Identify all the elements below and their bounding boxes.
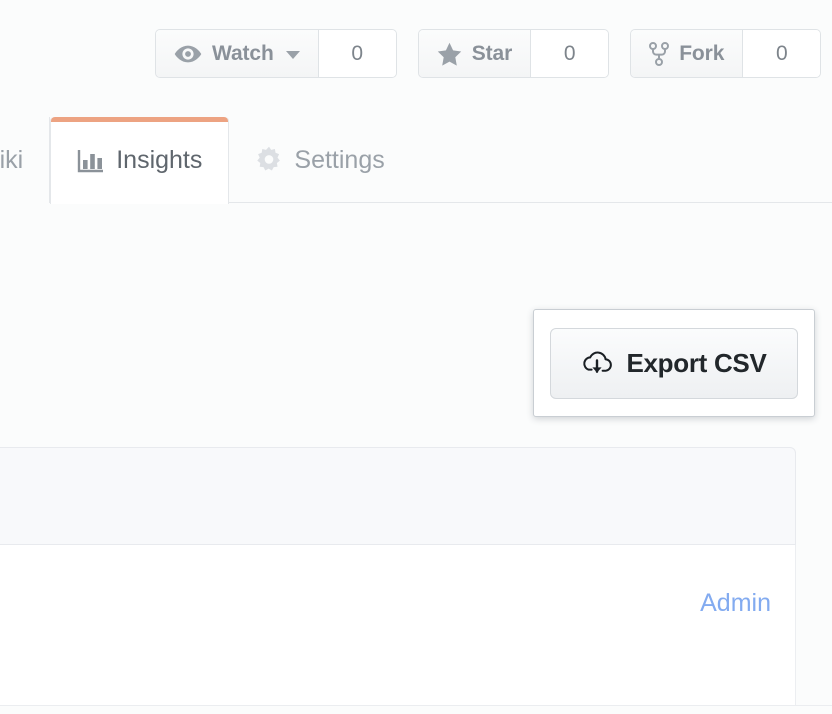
export-csv-focus-container: Export CSV xyxy=(533,309,815,417)
eye-icon xyxy=(174,44,202,64)
star-label: Star xyxy=(471,41,513,65)
star-icon xyxy=(437,42,462,66)
watch-button[interactable]: Watch xyxy=(156,30,319,77)
gear-icon xyxy=(255,146,283,174)
admin-link[interactable]: Admin xyxy=(700,589,771,618)
tab-settings-label: Settings xyxy=(294,145,385,174)
watch-label: Watch xyxy=(212,41,274,65)
repo-forked-icon xyxy=(649,41,670,66)
repo-action-buttons: Watch 0 Star 0 Fork 0 xyxy=(155,29,822,78)
tab-wiki[interactable]: Wiki xyxy=(0,117,51,203)
tab-insights-label: Insights xyxy=(116,146,203,174)
watch-count[interactable]: 0 xyxy=(318,30,396,77)
bar-chart-icon xyxy=(77,148,105,174)
star-count[interactable]: 0 xyxy=(531,30,609,77)
insights-panel: Admin xyxy=(0,447,796,705)
tab-list: Wiki Insights xyxy=(0,117,411,204)
watch-button-group[interactable]: Watch 0 xyxy=(155,29,397,78)
panel-body: Admin xyxy=(0,545,796,705)
tab-settings[interactable]: Settings xyxy=(229,117,410,203)
export-csv-button[interactable]: Export CSV xyxy=(550,327,798,399)
star-button[interactable]: Star xyxy=(418,30,532,77)
fork-button-group[interactable]: Fork 0 xyxy=(630,29,822,78)
fork-count[interactable]: 0 xyxy=(743,30,821,77)
page-bottom-divider xyxy=(0,705,832,706)
panel-header xyxy=(0,447,796,545)
star-button-group[interactable]: Star 0 xyxy=(417,29,610,78)
tab-wiki-label: Wiki xyxy=(0,145,24,174)
chevron-down-icon xyxy=(285,51,300,59)
fork-label: Fork xyxy=(679,41,725,65)
cloud-download-icon xyxy=(581,349,613,377)
export-csv-label: Export CSV xyxy=(626,347,767,378)
repository-page: Watch 0 Star 0 Fork 0 iki Insights Setti… xyxy=(0,0,832,714)
fork-button[interactable]: Fork xyxy=(631,30,744,77)
tab-insights[interactable]: Insights xyxy=(50,117,230,204)
repo-tab-bar: Wiki Insights xyxy=(0,117,832,204)
